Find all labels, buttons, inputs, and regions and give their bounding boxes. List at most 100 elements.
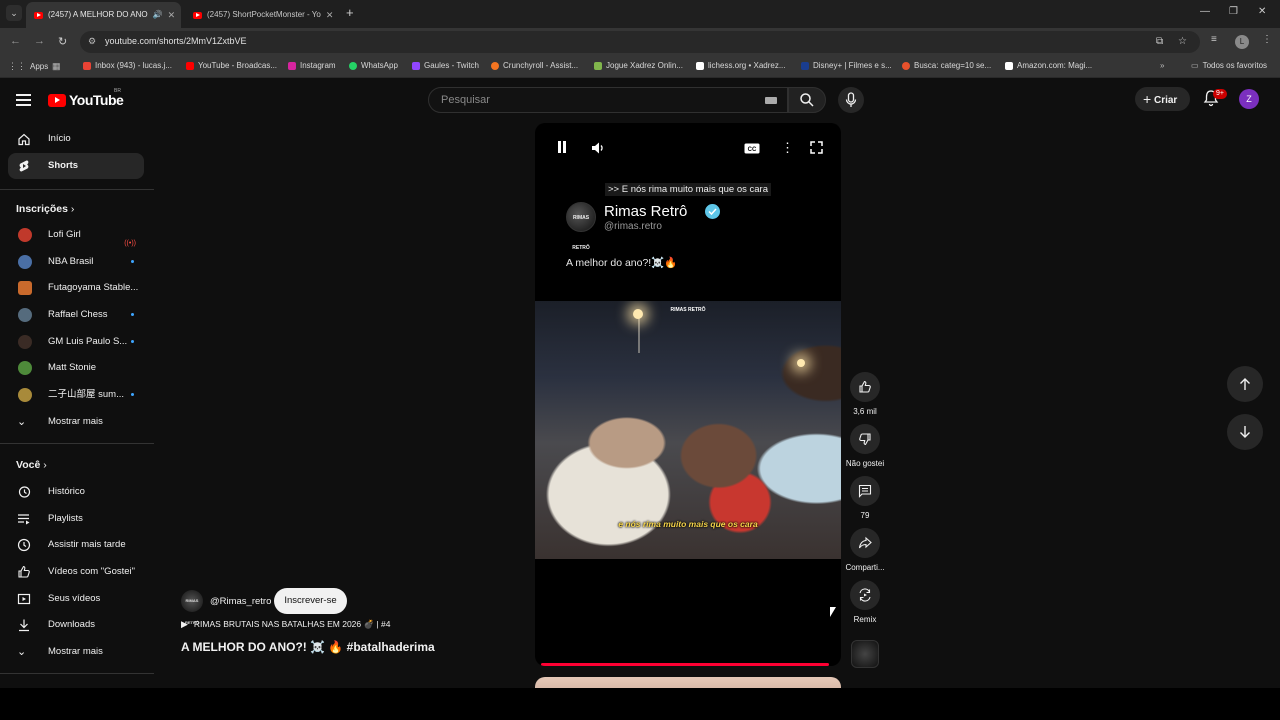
closed-captions-icon[interactable]: CC bbox=[744, 143, 760, 154]
tab-close-icon[interactable]: ✕ bbox=[326, 3, 334, 27]
channel-avatar[interactable]: RIMAS RETRÔ bbox=[181, 590, 203, 625]
playlist-link[interactable]: ▶ RIMAS BRUTAIS NAS BATALHAS EM 2026 💣 | … bbox=[181, 619, 390, 630]
sidebar-item-historico[interactable]: Histórico bbox=[8, 479, 144, 505]
sidebar-item-playlists[interactable]: Playlists bbox=[8, 506, 144, 532]
back-icon[interactable]: ← bbox=[10, 35, 21, 47]
bookmark-crunchyroll[interactable]: Crunchyroll - Assist... bbox=[491, 61, 578, 70]
tab-active[interactable]: (2457) A MELHOR DO ANO 🔊 ✕ bbox=[26, 2, 181, 28]
volume-icon[interactable] bbox=[591, 141, 605, 155]
tab-media-icon[interactable]: ≡ bbox=[1211, 34, 1217, 45]
sidebar-sub-lofi-girl[interactable]: Lofi Girl ((•)) bbox=[8, 222, 144, 248]
sidebar-sub-futagoyama[interactable]: Futagoyama Stable... bbox=[8, 275, 144, 301]
fullscreen-icon[interactable] bbox=[810, 141, 823, 154]
channel-avatar bbox=[18, 361, 32, 375]
you-heading[interactable]: Você › bbox=[16, 459, 47, 471]
sidebar-item-shorts[interactable]: Shorts bbox=[8, 153, 144, 179]
restore-icon[interactable]: ❐ bbox=[1229, 6, 1238, 17]
new-tab-button[interactable]: + bbox=[346, 5, 354, 21]
minimize-icon[interactable]: — bbox=[1200, 6, 1210, 17]
profile-avatar[interactable]: L bbox=[1235, 35, 1249, 49]
create-button[interactable]: + Criar bbox=[1135, 87, 1190, 111]
forward-icon[interactable]: → bbox=[34, 35, 45, 47]
bookmark-whatsapp[interactable]: WhatsApp bbox=[349, 61, 398, 70]
sidebar-sub-futagoyama-sumo[interactable]: 二子山部屋 sum... bbox=[8, 382, 144, 408]
sidebar-item-inicio[interactable]: Início bbox=[8, 126, 144, 152]
microphone-icon bbox=[845, 92, 857, 107]
youtube-logo[interactable]: YouTube BR bbox=[48, 88, 124, 108]
tab-search-button[interactable]: ⌄ bbox=[6, 5, 22, 21]
reload-icon[interactable]: ↻ bbox=[58, 35, 67, 48]
verified-badge-icon bbox=[705, 204, 720, 219]
bookmark-gmail[interactable]: Inbox (943) - lucas.j... bbox=[83, 61, 172, 70]
tab-close-icon[interactable]: ✕ bbox=[168, 3, 176, 27]
bookmark-instagram[interactable]: Instagram bbox=[288, 61, 336, 70]
channel-name: Lofi Girl bbox=[48, 229, 81, 240]
tab-inactive[interactable]: (2457) ShortPocketMonster - Yo ✕ bbox=[185, 2, 340, 28]
dislike-button[interactable]: Não gostei bbox=[845, 424, 885, 468]
previous-short-button[interactable] bbox=[1227, 366, 1263, 402]
thumbs-up-icon bbox=[18, 565, 30, 578]
bookmark-amazon[interactable]: Amazon.com: Magi... bbox=[1005, 61, 1092, 70]
shorts-player[interactable]: CC ⋮ >> E nós rima muito mais que os car… bbox=[535, 123, 841, 666]
sidebar-sub-nba-brasil[interactable]: NBA Brasil bbox=[8, 249, 144, 275]
bookmark-youtube[interactable]: YouTube - Broadcas... bbox=[186, 61, 277, 70]
sidebar-show-more-subs[interactable]: ⌄ Mostrar mais bbox=[8, 409, 144, 435]
more-options-icon[interactable]: ⋮ bbox=[781, 140, 794, 156]
all-bookmarks-folder[interactable]: ▭ Todos os favoritos bbox=[1191, 61, 1267, 70]
video-title: A MELHOR DO ANO?! ☠️ 🔥 #batalhaderima bbox=[181, 640, 435, 654]
progress-bar[interactable] bbox=[541, 663, 830, 666]
subscriptions-heading[interactable]: Inscrições › bbox=[16, 203, 74, 215]
bookmark-disney[interactable]: Disney+ | Filmes e s... bbox=[801, 61, 892, 70]
search-button[interactable] bbox=[788, 87, 826, 113]
address-bar[interactable]: ⚙ youtube.com/shorts/2MmV1ZxtbVE ⧉ ☆ bbox=[80, 31, 1200, 53]
live-icon: ((•)) bbox=[124, 240, 136, 247]
voice-search-button[interactable] bbox=[838, 87, 864, 113]
thumbs-up-icon bbox=[859, 380, 871, 393]
channel-name: NBA Brasil bbox=[48, 256, 94, 267]
sound-channel-thumbnail[interactable] bbox=[851, 640, 879, 668]
bookmark-chess[interactable]: Jogue Xadrez Onlin... bbox=[594, 61, 683, 70]
sidebar-item-liked-videos[interactable]: Vídeos com "Gostei" bbox=[8, 559, 144, 585]
account-avatar[interactable]: Z bbox=[1239, 89, 1259, 109]
bookmark-star-icon[interactable]: ☆ bbox=[1178, 36, 1187, 47]
bookmarks-bar: ⋮⋮ Apps ▦ Inbox (943) - lucas.j... YouTub… bbox=[0, 56, 1280, 78]
sidebar-item-label: Início bbox=[48, 133, 71, 144]
subscribe-button[interactable]: Inscrever-se bbox=[274, 588, 347, 614]
bookmarks-overflow-icon[interactable]: » bbox=[1160, 61, 1164, 70]
apps-launcher-icon[interactable]: ▦ bbox=[52, 61, 61, 72]
apps-grid-icon: ⋮⋮ bbox=[8, 61, 26, 71]
sidebar-item-your-videos[interactable]: Seus vídeos bbox=[8, 586, 144, 612]
sidebar-sub-gm-luis-paulo[interactable]: GM Luis Paulo S... bbox=[8, 329, 144, 355]
search-icon bbox=[800, 93, 814, 107]
hamburger-menu-icon[interactable] bbox=[16, 94, 31, 106]
install-app-icon[interactable]: ⧉ bbox=[1156, 36, 1163, 47]
bottom-strip bbox=[0, 688, 1280, 720]
site-info-icon[interactable]: ⚙ bbox=[88, 36, 100, 48]
comments-button[interactable]: 79 bbox=[845, 476, 885, 520]
like-button[interactable]: 3,6 mil bbox=[845, 372, 885, 416]
sidebar-sub-raffael-chess[interactable]: Raffael Chess bbox=[8, 302, 144, 328]
pause-icon[interactable] bbox=[557, 141, 567, 153]
show-more-label: Mostrar mais bbox=[48, 416, 103, 427]
crunchyroll-icon bbox=[491, 61, 499, 70]
remix-button[interactable]: Remix bbox=[845, 580, 885, 624]
keyboard-icon[interactable] bbox=[765, 97, 777, 104]
sidebar-show-more-you[interactable]: ⌄ Mostrar mais bbox=[8, 639, 144, 665]
share-button[interactable]: Comparti... bbox=[845, 528, 885, 572]
search-input[interactable]: Pesquisar bbox=[428, 87, 788, 113]
speaker-icon[interactable]: 🔊 bbox=[153, 3, 163, 27]
window-close-icon[interactable]: ✕ bbox=[1258, 6, 1266, 17]
sidebar-sub-matt-stonie[interactable]: Matt Stonie bbox=[8, 355, 144, 381]
sidebar-item-watch-later[interactable]: Assistir mais tarde bbox=[8, 532, 144, 558]
bookmark-lichess[interactable]: lichess.org • Xadrez... bbox=[696, 61, 786, 70]
sidebar-item-label: Playlists bbox=[48, 513, 83, 524]
bookmark-apps[interactable]: ⋮⋮ Apps bbox=[8, 61, 48, 72]
sidebar-item-downloads[interactable]: Downloads bbox=[8, 612, 144, 638]
browser-menu-icon[interactable]: ⋮ bbox=[1262, 34, 1272, 45]
history-icon bbox=[18, 486, 31, 498]
new-content-dot bbox=[131, 393, 134, 396]
next-short-button[interactable] bbox=[1227, 414, 1263, 450]
bookmark-busca[interactable]: Busca: categ=10 se... bbox=[902, 61, 991, 70]
channel-handle[interactable]: @Rimas_retro bbox=[210, 596, 271, 607]
bookmark-twitch[interactable]: Gaules - Twitch bbox=[412, 61, 479, 70]
